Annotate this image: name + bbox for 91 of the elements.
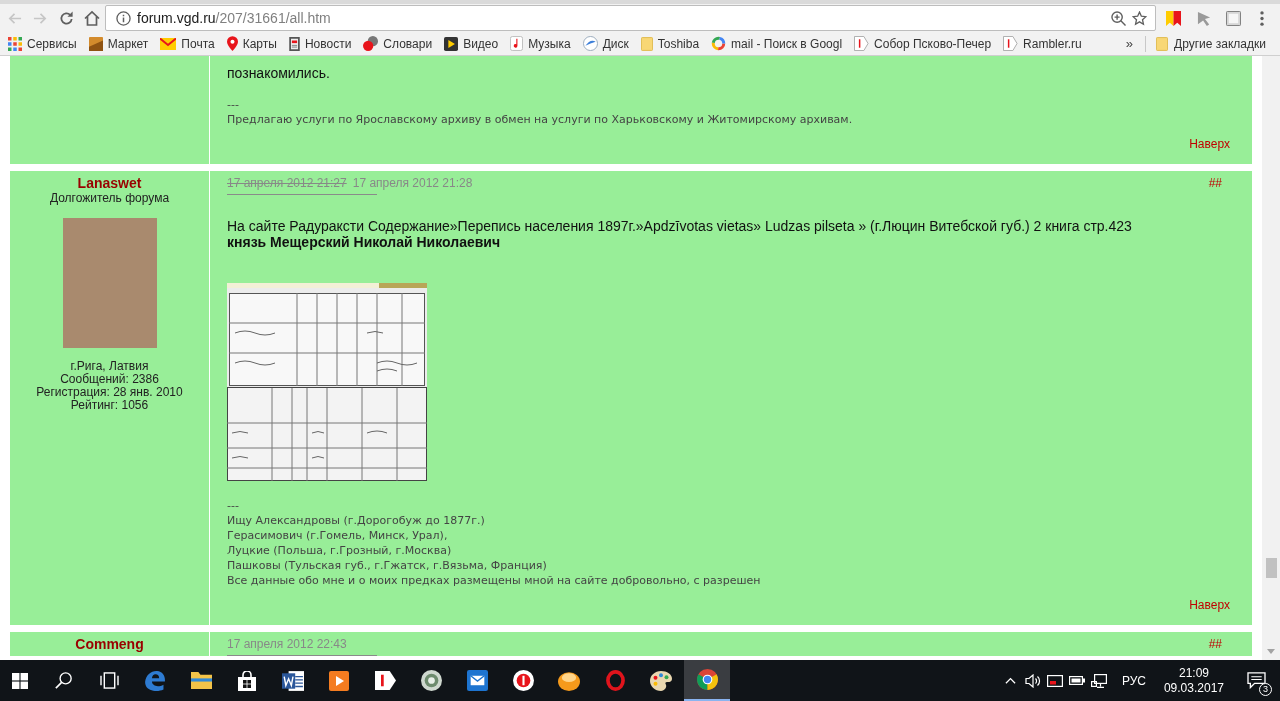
author-name[interactable]: Commeng <box>75 637 144 652</box>
author-detail: Рейтинг: 1056 <box>70 399 149 412</box>
author-rank: Долгожитель форума <box>49 191 170 205</box>
shopping-bag-icon[interactable] <box>238 670 256 691</box>
scrollbar-thumb[interactable] <box>1265 558 1277 578</box>
bookmark-link[interactable]: Диск <box>577 33 634 54</box>
post-date: 17 апреля 2012 21:28 <box>352 174 473 192</box>
back-to-top-link[interactable]: Наверх <box>1189 598 1230 613</box>
signature-separator: --- <box>227 97 240 112</box>
info-icon[interactable] <box>116 10 131 26</box>
bookmark-link[interactable]: Музыка <box>505 33 576 54</box>
bookmark-link[interactable]: Почта <box>155 33 220 54</box>
apps-grid-icon <box>8 36 22 51</box>
chevron-up-icon[interactable] <box>1005 677 1017 684</box>
circle-logo-icon[interactable] <box>696 669 718 690</box>
music-note-icon <box>510 36 524 52</box>
envelope-icon[interactable] <box>466 670 488 691</box>
folder-icon <box>640 36 653 51</box>
document-icon[interactable] <box>282 669 304 692</box>
bookmarks-overflow-button[interactable]: » <box>1119 33 1140 54</box>
search-icon[interactable] <box>54 672 72 689</box>
bookmark-link[interactable]: Маркет <box>83 33 154 54</box>
bookmark-link[interactable]: Видео <box>439 33 504 54</box>
anchor-link[interactable]: ## <box>1208 634 1222 653</box>
reload-icon[interactable] <box>58 10 74 26</box>
palette-icon[interactable] <box>650 670 672 691</box>
anchor-link[interactable]: ## <box>1208 173 1222 192</box>
bookmark-link[interactable]: Rambler.ru <box>998 33 1087 54</box>
menu-icon[interactable] <box>1260 10 1264 26</box>
bookmark-link[interactable]: Новости <box>283 33 357 54</box>
bookmark-link[interactable]: Собор Псково-Печер <box>849 33 997 54</box>
signature-line: Пашковы (Тульская губ., г.Гжатск, г.Вязьма, Франция) <box>227 558 548 573</box>
post-text: На сайте Радураксти Содержание»Перепись населения 1897г.»Apdzīvotas vietas» Ludzas pilseta » (г.Люцин Витебской губ.) 2 книга стр.423 <box>227 218 1133 234</box>
display-icon[interactable] <box>1046 674 1063 687</box>
zoom-in-icon[interactable] <box>1111 10 1126 26</box>
bookmark-link[interactable]: Сервисы <box>3 33 82 54</box>
home-icon[interactable] <box>84 10 100 27</box>
notification-count[interactable]: 3 <box>1259 682 1272 696</box>
disc-icon[interactable] <box>420 670 442 691</box>
scrollbar[interactable] <box>1262 56 1280 660</box>
logo-tile-icon <box>88 36 103 51</box>
author-name[interactable]: Lanaswet <box>77 176 142 191</box>
star-icon[interactable] <box>1132 10 1147 26</box>
disk-icon <box>582 36 598 52</box>
map-pin-icon <box>226 36 238 52</box>
post-text: познакомились. <box>227 65 331 81</box>
bookmark-link[interactable]: Словари <box>358 33 438 54</box>
edited-date: 17 апреля 2012 21:27 <box>227 174 347 192</box>
play-icon[interactable] <box>329 670 349 691</box>
newspaper-icon <box>288 36 300 51</box>
folder-icon[interactable] <box>190 672 212 689</box>
ring-logo-icon <box>711 36 727 52</box>
round-logo-icon[interactable] <box>512 670 534 691</box>
tile-icon[interactable] <box>1225 10 1241 26</box>
task-view-icon[interactable] <box>99 672 119 689</box>
language-indicator[interactable]: РУС <box>1121 671 1146 690</box>
other-bookmarks-link[interactable]: Другие закладки <box>1152 34 1270 53</box>
envelope-icon <box>160 37 177 50</box>
signature-line: Ищу Александровы (г.Дорогобуж до 1877г.) <box>227 513 486 528</box>
author-detail: Регистрация: 28 янв. 2010 <box>36 386 183 399</box>
ball-icon[interactable] <box>558 670 580 691</box>
network-icon[interactable] <box>1090 673 1107 688</box>
folder-icon <box>1156 36 1169 51</box>
play-icon <box>444 36 459 51</box>
bookmark-link[interactable]: Toshiba <box>635 33 705 54</box>
signature-line: Луцкие (Польша, г.Грозный, г.Москва) <box>227 543 453 558</box>
battery-icon[interactable] <box>1068 676 1085 685</box>
app-tile-icon[interactable] <box>374 671 396 690</box>
favicon-tile-icon <box>1003 36 1019 52</box>
clock-time[interactable]: 21:09 <box>1178 665 1209 681</box>
clock-date[interactable]: 09.03.2017 <box>1163 680 1224 696</box>
author-detail: Сообщений: 2386 <box>60 373 159 386</box>
post-date: 17 апреля 2012 22:43 <box>227 635 347 653</box>
speaker-icon[interactable] <box>1024 673 1041 688</box>
swirl-logo-icon[interactable] <box>144 669 166 692</box>
two-circles-icon <box>363 36 379 52</box>
bookmark-link[interactable]: Карты <box>221 33 282 54</box>
post-text: князь Мещерский Николай Николаевич <box>227 234 502 250</box>
bookmark-link[interactable]: mail - Поиск в Googl <box>706 33 848 54</box>
author-detail: г.Рига, Латвия <box>70 360 149 373</box>
signature-line: Предлагаю услуги по Ярославскому архиву в обмен на услуги по Харьковскому и Житомирскому архивам. <box>227 112 854 127</box>
address-field[interactable]: forum.vgd.ru/207/31661/all.htm <box>105 5 1156 32</box>
signature-separator: --- <box>227 498 240 513</box>
favicon-tile-icon <box>854 36 870 52</box>
url-text: forum.vgd.ru/207/31661/all.htm <box>137 8 331 28</box>
signature-line: Все данные обо мне и о моих предках размещены мной на сайте добровольно, с разрешен <box>227 573 762 588</box>
ring-icon[interactable] <box>605 670 625 691</box>
back-to-top-link[interactable]: Наверх <box>1189 137 1230 152</box>
windows-icon[interactable] <box>12 672 28 689</box>
signature-line: Герасимович (г.Гомель, Минск, Урал), <box>227 528 449 543</box>
flag-icon[interactable] <box>1165 10 1181 26</box>
